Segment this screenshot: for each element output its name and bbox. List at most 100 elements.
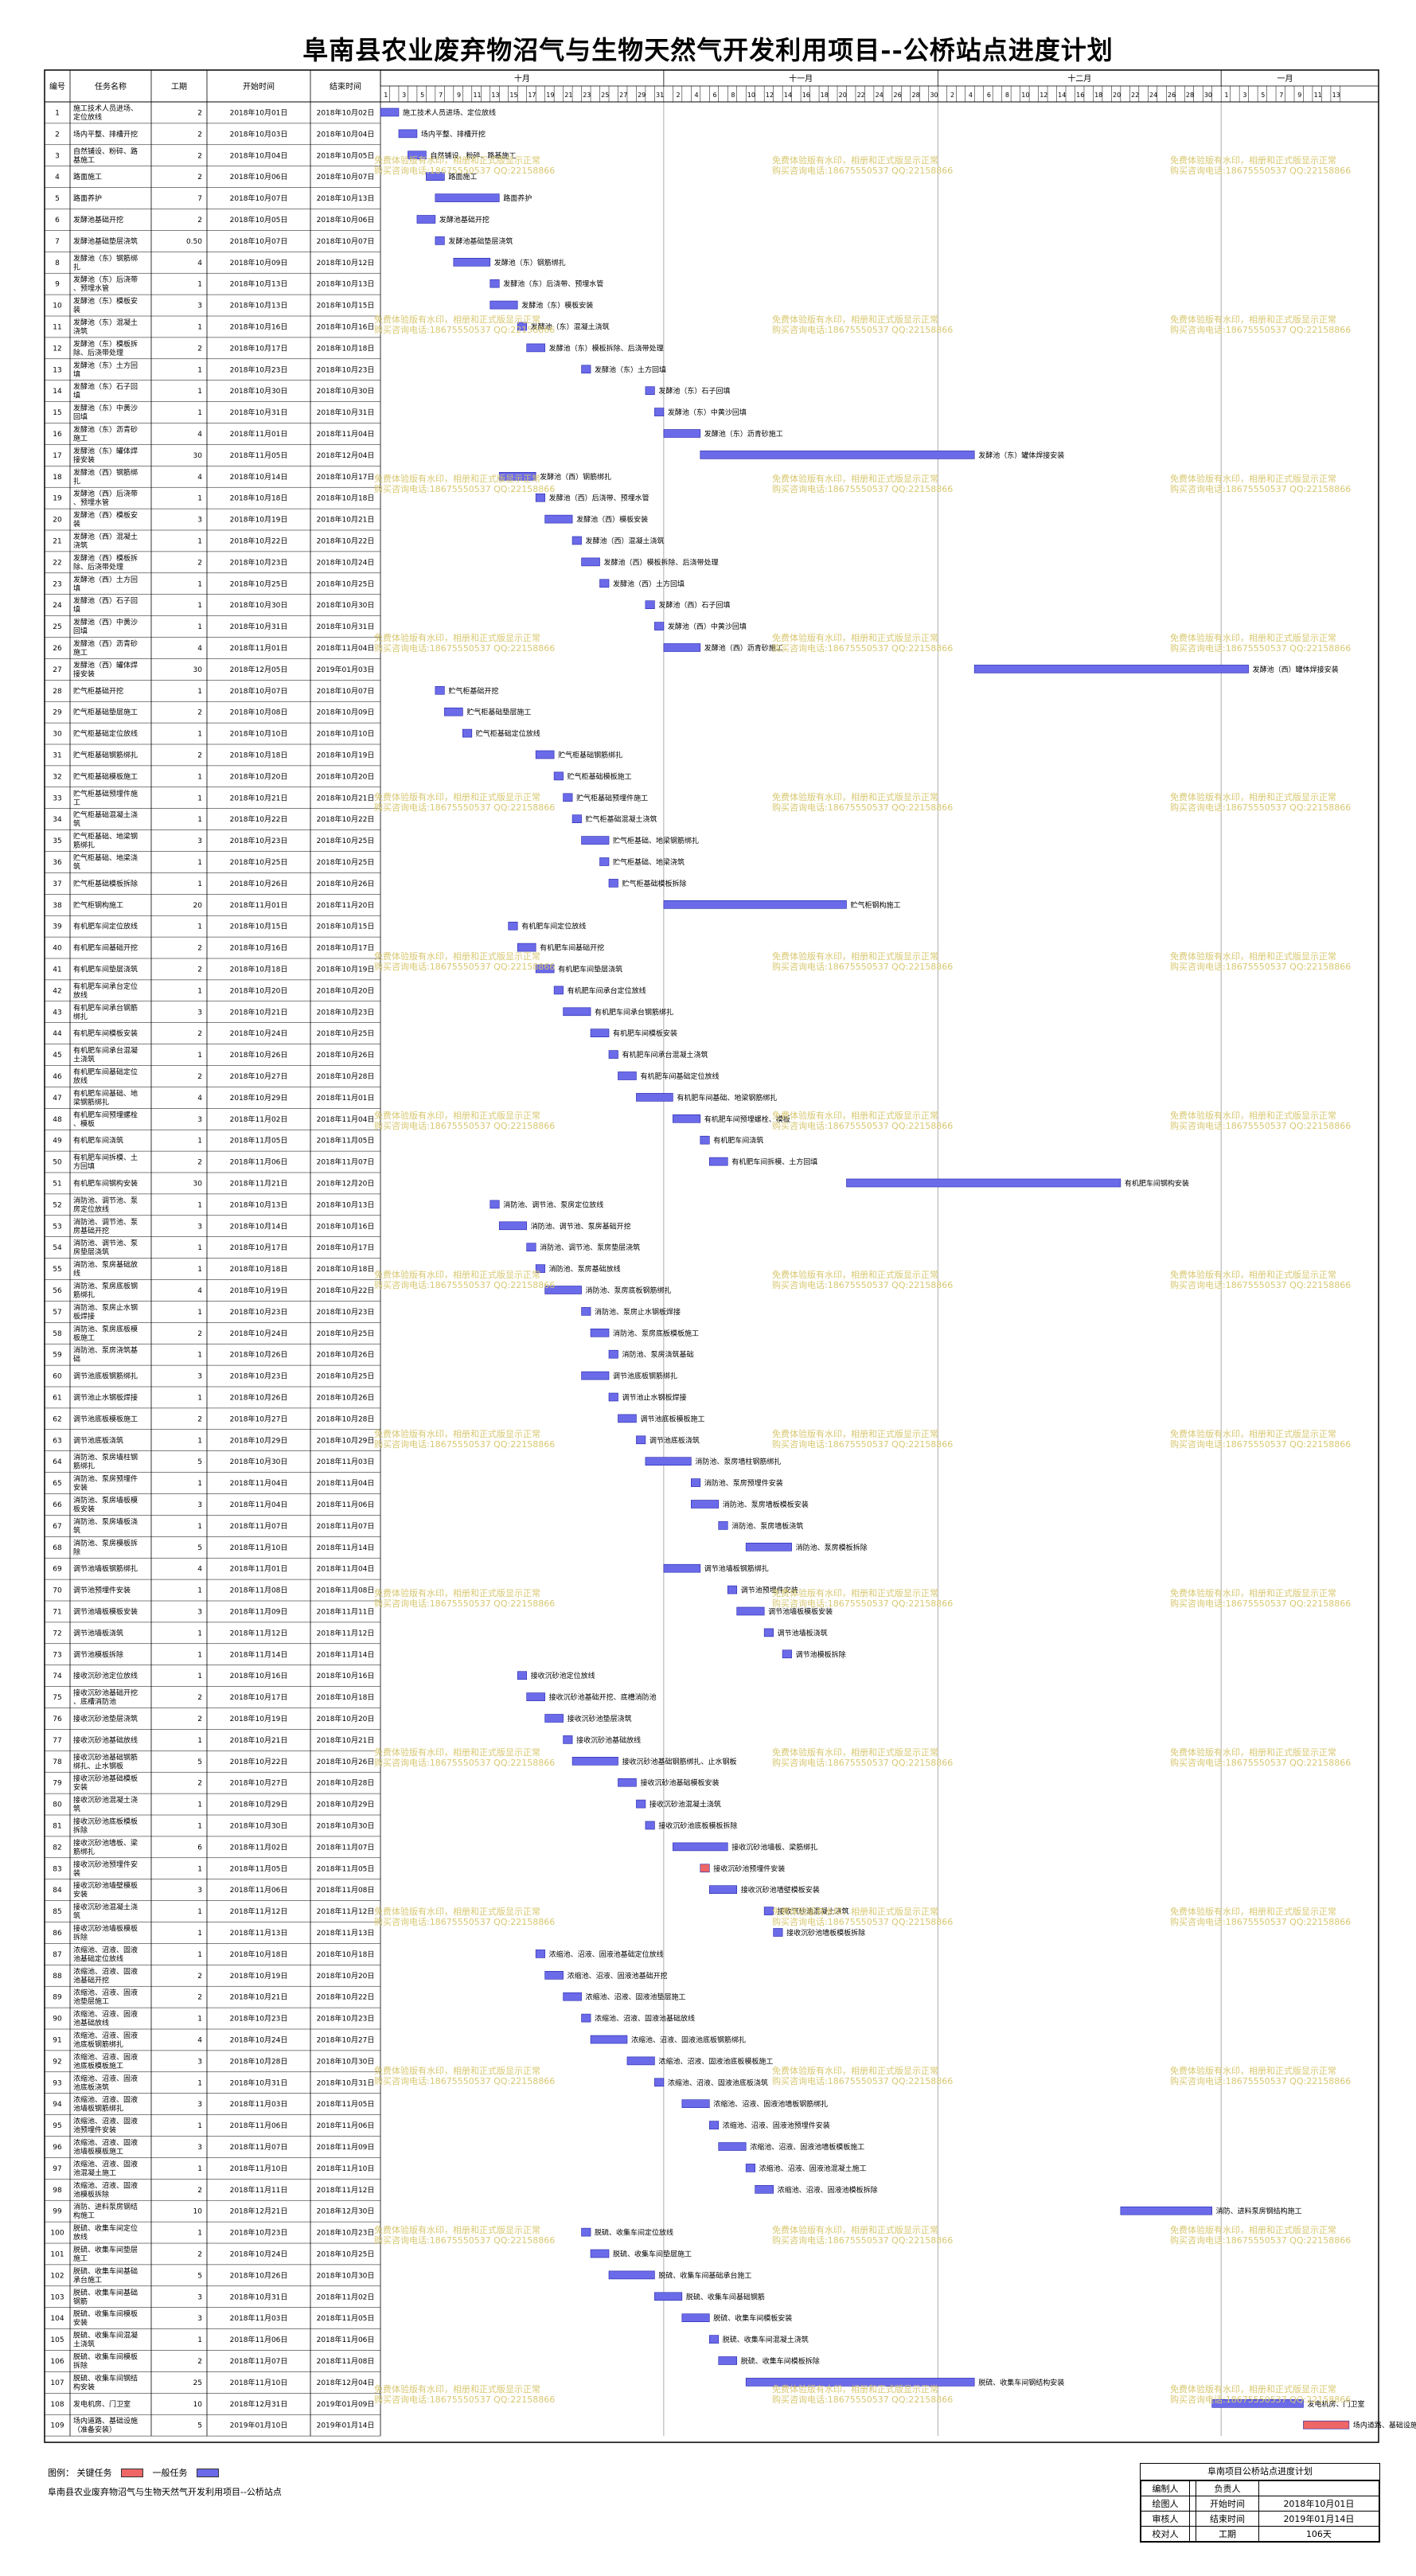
- task-name: 接收沉砂池垫层浇筑: [73, 1714, 138, 1723]
- gantt-bar: [416, 215, 436, 224]
- task-end: 2018年10月17日: [317, 472, 375, 482]
- bar-label: 发酵池（西）中黄沙回填: [668, 622, 747, 631]
- task-name: 装: [73, 305, 80, 314]
- task-name: 浓缩池、沼液、固液: [73, 2180, 138, 2190]
- task-name: 、预埋水管: [73, 283, 109, 293]
- task-duration: 10: [193, 2401, 203, 2409]
- task-name: 消防池、泵房模板拆: [73, 1538, 138, 1548]
- task-start: 2018年10月30日: [230, 1457, 288, 1466]
- task-name: （准备安装）: [73, 2425, 116, 2434]
- task-name: 构施工: [73, 2211, 95, 2220]
- gantt-bar: [663, 900, 847, 909]
- task-end: 2018年10月20日: [317, 986, 375, 995]
- task-start: 2018年10月21日: [230, 1735, 288, 1745]
- task-id: 10: [53, 302, 62, 310]
- task-name: 发酵池（西）模板拆: [73, 553, 138, 563]
- bar-label: 接收沉砂池基础放线: [576, 1735, 641, 1745]
- gantt-bar: [581, 1371, 610, 1380]
- gantt-bar: [581, 365, 591, 374]
- task-start: 2018年10月31日: [230, 622, 288, 631]
- bar-label: 施工技术人员进场、定位放线: [403, 107, 496, 117]
- task-end: 2019年01月14日: [317, 2421, 375, 2430]
- gantt-bar: [1303, 2420, 1350, 2430]
- task-start: 2018年10月13日: [230, 1200, 288, 1209]
- task-id: 3: [55, 152, 60, 160]
- task-name: 调节池底板浇筑: [73, 1435, 123, 1445]
- task-end: 2018年10月23日: [317, 2014, 375, 2024]
- bar-label: 脱硫、收集车间垫层施工: [613, 2249, 692, 2258]
- task-start: 2018年12月05日: [230, 665, 288, 674]
- task-end: 2018年11月05日: [317, 1864, 375, 1873]
- legend-critical-swatch: [121, 2468, 143, 2477]
- task-id: 53: [53, 1223, 61, 1231]
- task-end: 2018年10月30日: [317, 600, 375, 610]
- task-end: 2018年12月04日: [317, 2378, 375, 2387]
- task-id: 81: [53, 1822, 61, 1830]
- task-name: 接收沉砂池基础放线: [73, 1735, 138, 1745]
- task-id: 34: [53, 816, 62, 824]
- info-cell: 2018年10月01日: [1258, 2496, 1380, 2512]
- task-name: 发酵池（东）模板拆: [73, 339, 138, 349]
- bar-label: 贮气柜基础定位放线: [476, 729, 540, 739]
- task-start: 2018年10月16日: [230, 322, 288, 331]
- bar-label: 有机肥车间承台混凝土浇筑: [622, 1050, 708, 1060]
- task-end: 2018年10月29日: [317, 1435, 375, 1445]
- task-duration: 30: [193, 1180, 203, 1188]
- task-name: 定位放线: [73, 112, 102, 122]
- day-label: 4: [969, 92, 973, 99]
- bar-label: 脱硫、收集车间钢结构安装: [978, 2378, 1064, 2387]
- task-start: 2018年10月10日: [230, 729, 288, 739]
- bar-label: 发酵池（西）罐体焊接安装: [1253, 665, 1339, 674]
- task-duration: 3: [197, 2293, 202, 2301]
- gantt-bar: [544, 1971, 564, 1980]
- task-start: 2018年10月18日: [230, 750, 288, 759]
- task-end: 2018年10月02日: [317, 107, 375, 117]
- bar-label: 接收沉砂池墙壁模板安装: [741, 1885, 820, 1895]
- bar-label: 贮气柜基础、地梁钢筋绑扎: [613, 836, 699, 845]
- task-name: 调节池底板模板施工: [73, 1414, 138, 1423]
- task-id: 88: [53, 1973, 62, 1981]
- bar-label: 消防池、调节池、泵房定位放线: [503, 1200, 603, 1209]
- bar-label: 浓缩池、沼液、固液池底板钢筋绑扎: [631, 2035, 746, 2044]
- task-id: 82: [53, 1844, 61, 1852]
- day-label: 27: [619, 92, 627, 99]
- task-id: 60: [53, 1373, 62, 1381]
- task-name: 浓缩池、沼液、固液: [73, 1945, 138, 1954]
- task-name: 填: [73, 584, 80, 593]
- task-end: 2018年10月26日: [317, 1350, 375, 1360]
- task-end: 2018年12月04日: [317, 451, 375, 460]
- task-start: 2018年10月29日: [230, 1093, 288, 1103]
- task-id: 109: [50, 2422, 64, 2430]
- bar-label: 调节池墙板钢筋绑扎: [704, 1564, 769, 1574]
- task-id: 58: [53, 1330, 62, 1338]
- task-id: 67: [53, 1523, 61, 1531]
- task-id: 68: [53, 1544, 62, 1552]
- task-duration: 2: [197, 1694, 202, 1702]
- bar-label: 脱硫、收集车间混凝土浇筑: [723, 2335, 809, 2344]
- task-end: 2018年10月16日: [317, 1221, 375, 1231]
- task-end: 2018年11月14日: [317, 1649, 375, 1659]
- task-duration: 5: [197, 1544, 202, 1552]
- task-duration: 2: [197, 1994, 202, 2002]
- day-label: 13: [491, 92, 499, 99]
- info-cell: [1189, 2480, 1197, 2496]
- task-name: 筋绑扎: [73, 1462, 95, 1471]
- task-end: 2018年11月08日: [317, 1586, 375, 1595]
- info-table: 编制人 负责人 绘图人 开始时间 2018年10月01日 审核人 结束时间 2019年01…: [1140, 2480, 1380, 2542]
- bar-label: 调节池墙板模板安装: [768, 1606, 833, 1616]
- bar-label: 贮气柜基础垫层施工: [466, 708, 531, 717]
- task-end: 2018年10月17日: [317, 943, 375, 953]
- task-name: 贮气柜基础开挖: [73, 686, 123, 696]
- day-label: 10: [747, 92, 755, 99]
- task-name: 调节池墙板模板安装: [73, 1606, 138, 1616]
- task-end: 2018年10月07日: [317, 686, 375, 696]
- task-start: 2018年10月26日: [230, 1050, 288, 1060]
- task-id: 51: [53, 1180, 61, 1188]
- gantt-bar: [626, 2056, 655, 2066]
- bar-label: 有机肥车间基础开挖: [540, 943, 604, 953]
- task-end: 2018年10月19日: [317, 964, 375, 974]
- task-start: 2018年10月31日: [230, 2078, 288, 2087]
- task-start: 2018年10月22日: [230, 814, 288, 824]
- task-name: 有机肥车间浇筑: [73, 1136, 123, 1146]
- bar-label: 发酵池（西）混凝土浇筑: [586, 536, 665, 545]
